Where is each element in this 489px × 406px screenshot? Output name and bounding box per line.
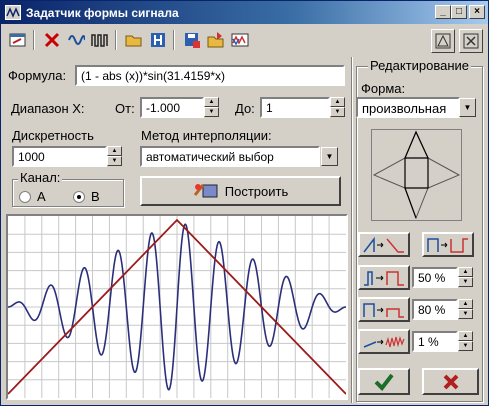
range-to-spinner[interactable]: ▲ ▼ bbox=[330, 97, 345, 118]
channel-a-radio[interactable] bbox=[19, 191, 31, 203]
toolbar bbox=[3, 27, 420, 55]
ramp-icon bbox=[363, 236, 404, 253]
signal-plot[interactable] bbox=[6, 214, 348, 400]
channel-b-radio[interactable] bbox=[73, 191, 85, 203]
minimize-button[interactable]: _ bbox=[435, 5, 451, 19]
shape-dropdown-button[interactable]: ▼ bbox=[459, 98, 476, 117]
shape-select[interactable]: произвольная bbox=[356, 97, 460, 118]
import-icon[interactable] bbox=[205, 29, 227, 51]
ramp-edit-button[interactable] bbox=[358, 232, 410, 257]
range-from-spinner[interactable]: ▲ ▼ bbox=[204, 97, 219, 118]
formula-label: Формула: bbox=[8, 68, 67, 83]
channel-label: Канал: bbox=[18, 170, 63, 185]
discreteness-input[interactable]: 1000 bbox=[12, 146, 107, 167]
cancel-button[interactable] bbox=[422, 368, 479, 395]
noise-icon bbox=[363, 335, 405, 348]
close-button[interactable]: × bbox=[469, 5, 485, 19]
checkmark-icon bbox=[374, 373, 394, 391]
build-button-label: Построить bbox=[224, 183, 289, 199]
pulse-edit-button[interactable] bbox=[422, 232, 474, 257]
discreteness-spinner[interactable]: ▲ ▼ bbox=[107, 146, 122, 167]
range-to-input[interactable]: 1 bbox=[260, 97, 330, 118]
discreteness-label: Дискретность bbox=[12, 128, 94, 143]
build-icon bbox=[193, 184, 218, 198]
shape-preview[interactable] bbox=[371, 129, 462, 221]
formula-input[interactable]: (1 - abs (x))*sin(31.4159*x) bbox=[75, 65, 345, 86]
channel-a-label: A bbox=[37, 189, 46, 204]
wave-icon[interactable] bbox=[65, 29, 87, 51]
interpolation-dropdown-button[interactable]: ▼ bbox=[321, 147, 338, 166]
window-title: Задатчик формы сигнала bbox=[26, 6, 179, 20]
channel-b-label: B bbox=[91, 189, 100, 204]
close-panel-icon[interactable] bbox=[459, 29, 483, 53]
ok-button[interactable] bbox=[358, 368, 410, 395]
noise-button[interactable] bbox=[358, 329, 410, 354]
signal-chart bbox=[7, 216, 347, 398]
app-icon bbox=[5, 5, 21, 20]
shape-label: Форма: bbox=[361, 81, 406, 96]
duty-cycle-spinner[interactable]: ▲ ▼ bbox=[458, 267, 473, 288]
signal-shape-window: Задатчик формы сигнала _ □ × Формула: (1… bbox=[0, 0, 489, 406]
range-from-input[interactable]: -1.000 bbox=[140, 97, 204, 118]
noise-input[interactable]: 1 % bbox=[412, 331, 458, 352]
delete-icon[interactable] bbox=[41, 29, 63, 51]
save-disk-icon[interactable] bbox=[181, 29, 203, 51]
edit-mode-icon[interactable] bbox=[431, 29, 455, 53]
amplitude-icon bbox=[363, 302, 404, 318]
interpolation-select[interactable]: автоматический выбор bbox=[140, 146, 320, 167]
pulse-icon[interactable] bbox=[89, 29, 111, 51]
pulse-shape-icon bbox=[427, 237, 468, 253]
amplitude-button[interactable] bbox=[358, 297, 410, 322]
noise-spinner[interactable]: ▲ ▼ bbox=[458, 331, 473, 352]
open-icon[interactable] bbox=[123, 29, 145, 51]
cancel-x-icon bbox=[443, 374, 458, 389]
range-from-label: От: bbox=[115, 101, 135, 116]
title-bar[interactable]: Задатчик формы сигнала _ □ × bbox=[1, 1, 488, 24]
duty-cycle-icon bbox=[364, 270, 404, 286]
amplitude-spinner[interactable]: ▲ ▼ bbox=[458, 299, 473, 320]
amplitude-input[interactable]: 80 % bbox=[412, 299, 458, 320]
interpolation-label: Метод интерполяции: bbox=[141, 128, 272, 143]
export-icon[interactable] bbox=[229, 29, 251, 51]
duty-cycle-input[interactable]: 50 % bbox=[412, 267, 458, 288]
save-h-icon[interactable] bbox=[147, 29, 169, 51]
build-button[interactable]: Построить bbox=[140, 176, 341, 206]
settings-icon[interactable] bbox=[7, 29, 29, 51]
editing-title: Редактирование bbox=[368, 58, 472, 73]
maximize-button[interactable]: □ bbox=[451, 5, 467, 19]
range-to-label: До: bbox=[235, 101, 255, 116]
duty-cycle-button[interactable] bbox=[358, 265, 410, 290]
range-label: Диапазон X: bbox=[11, 101, 85, 116]
